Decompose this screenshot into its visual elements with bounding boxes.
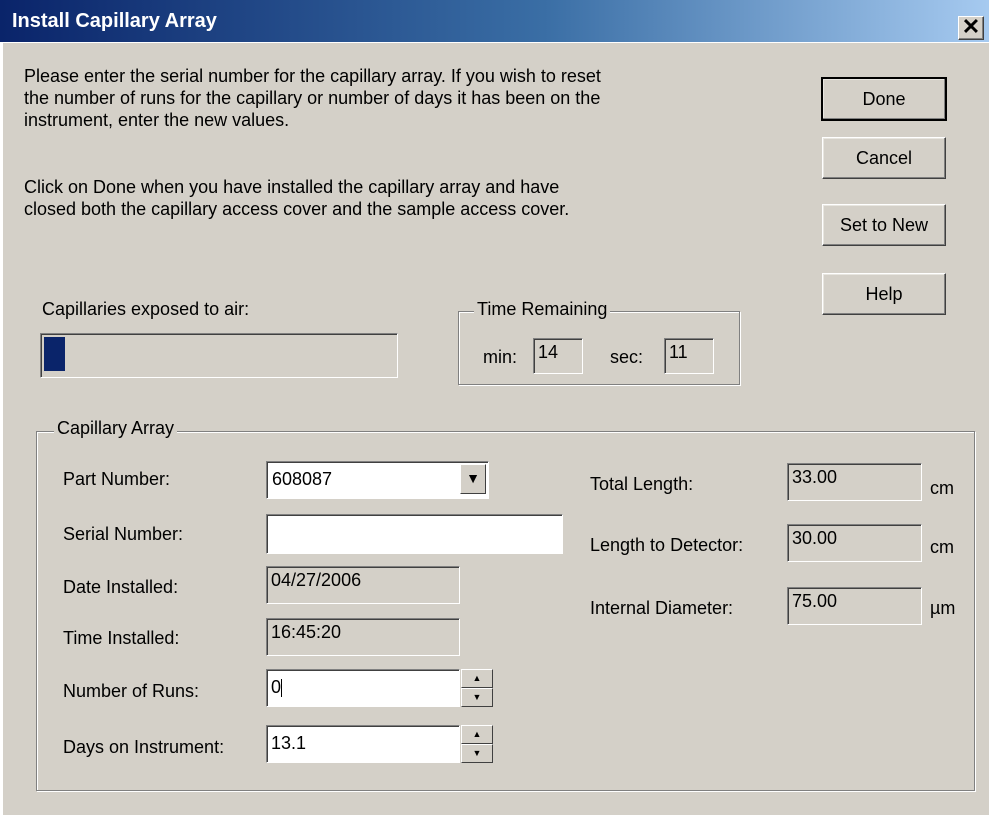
length-to-detector-label: Length to Detector: (590, 535, 744, 555)
close-icon: ✕ (961, 14, 981, 39)
spin-down-button[interactable]: ▼ (461, 744, 493, 763)
serial-number-label: Serial Number: (63, 524, 184, 544)
number-of-runs-input[interactable]: 0 (266, 669, 460, 707)
help-button[interactable]: Help (822, 273, 946, 315)
part-number-label: Part Number: (63, 469, 171, 489)
internal-diameter-label: Internal Diameter: (590, 598, 734, 618)
done-button[interactable]: Done (821, 77, 947, 121)
text-cursor (281, 679, 283, 698)
time-remaining-title: Time Remaining (474, 299, 611, 320)
days-on-instrument-input[interactable]: 13.1 (266, 725, 460, 763)
days-on-instrument-spinner[interactable]: ▲ ▼ (461, 725, 493, 763)
instruction-line: Click on Done when you have installed th… (24, 177, 560, 197)
arrow-up-icon: ▲ (472, 729, 482, 739)
sec-label: sec: (610, 347, 644, 367)
length-to-detector-field: 30.00 (787, 524, 922, 562)
days-on-instrument-label: Days on Instrument: (63, 737, 225, 757)
number-of-runs-spinner[interactable]: ▲ ▼ (461, 669, 493, 707)
time-installed-field: 16:45:20 (266, 618, 460, 656)
seconds-field: 11 (664, 338, 714, 374)
arrow-down-icon: ▼ (472, 748, 482, 758)
instruction-line: closed both the capillary access cover a… (24, 199, 570, 219)
set-to-new-button[interactable]: Set to New (822, 204, 946, 246)
exposure-label: Capillaries exposed to air: (42, 299, 250, 319)
spin-down-button[interactable]: ▼ (461, 688, 493, 707)
serial-number-input[interactable] (266, 514, 563, 554)
date-installed-field: 04/27/2006 (266, 566, 460, 604)
chevron-down-icon: ▼ (466, 470, 480, 486)
spin-up-button[interactable]: ▲ (461, 669, 493, 688)
min-label: min: (483, 347, 518, 367)
close-button[interactable]: ✕ (958, 16, 984, 40)
cancel-button[interactable]: Cancel (822, 137, 946, 179)
part-number-value: 608087 (272, 469, 333, 489)
minutes-field: 14 (533, 338, 583, 374)
part-number-dropdown[interactable]: 608087 ▼ (266, 461, 489, 499)
instruction-line: instrument, enter the new values. (24, 110, 290, 130)
window-title: Install Capillary Array (12, 10, 217, 32)
date-installed-label: Date Installed: (63, 577, 179, 597)
exposure-progress-fill (44, 337, 65, 371)
total-length-label: Total Length: (590, 474, 694, 494)
total-length-unit: cm (930, 478, 954, 498)
number-of-runs-label: Number of Runs: (63, 681, 200, 701)
dropdown-button[interactable]: ▼ (460, 464, 486, 494)
arrow-down-icon: ▼ (472, 692, 482, 702)
number-of-runs-value: 0 (271, 677, 282, 697)
total-length-field: 33.00 (787, 463, 922, 501)
length-to-detector-unit: cm (930, 537, 954, 557)
spin-up-button[interactable]: ▲ (461, 725, 493, 744)
window-edge (0, 42, 3, 815)
time-installed-label: Time Installed: (63, 628, 180, 648)
internal-diameter-unit: µm (930, 598, 956, 618)
capillary-array-title: Capillary Array (54, 418, 178, 439)
instruction-line: the number of runs for the capillary or … (24, 88, 601, 108)
instruction-line: Please enter the serial number for the c… (24, 66, 601, 86)
internal-diameter-field: 75.00 (787, 587, 922, 625)
arrow-up-icon: ▲ (472, 673, 482, 683)
exposure-progress-bar (40, 333, 398, 378)
